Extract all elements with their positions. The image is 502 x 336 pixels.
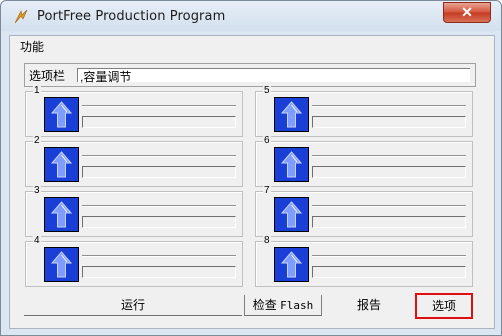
port-status-line [82, 255, 236, 257]
close-button[interactable]: ✕ [443, 2, 491, 23]
window-title: PortFree Production Program [37, 9, 226, 24]
port-panel: 8 [255, 236, 473, 287]
check-flash-label-prefix: 检查 [252, 298, 277, 312]
port-progress-bar [312, 266, 466, 278]
port-status-line [82, 155, 236, 157]
port-status-line [82, 105, 236, 107]
action-bar: 运行 检查 Flash 报告 选项 [10, 293, 494, 319]
usb-upload-arrow-icon [274, 197, 309, 232]
port-panel: 6 [255, 136, 473, 187]
port-progress-bar [82, 216, 236, 228]
client-area: 功能 选项栏 ,容量调节 1 2 3 4 5 6 7 8 运行 检查 Flash 报告 选项 [9, 35, 495, 329]
app-window: PortFree Production Program ✕ 功能 选项栏 ,容量… [0, 0, 502, 336]
port-number: 3 [33, 185, 41, 196]
usb-upload-arrow-icon [44, 197, 79, 232]
report-button[interactable]: 报告 [322, 295, 417, 315]
port-panel: 1 [25, 86, 243, 137]
port-panel: 4 [25, 236, 243, 287]
port-progress-bar [312, 216, 466, 228]
options-button[interactable]: 选项 [415, 293, 473, 319]
port-status-line [82, 205, 236, 207]
port-progress-bar [82, 116, 236, 128]
usb-upload-arrow-icon [274, 147, 309, 182]
app-icon [13, 9, 29, 25]
port-status-line [312, 205, 466, 207]
port-number: 2 [33, 135, 41, 146]
port-status-line [312, 255, 466, 257]
usb-upload-arrow-icon [274, 247, 309, 282]
options-value-field: ,容量调节 [77, 68, 470, 84]
port-progress-bar [312, 166, 466, 178]
title-bar[interactable]: PortFree Production Program ✕ [1, 1, 501, 31]
menu-item-function[interactable]: 功能 [20, 38, 44, 55]
options-value-text: ,容量调节 [80, 70, 132, 84]
port-progress-bar [312, 116, 466, 128]
port-number: 5 [263, 85, 271, 96]
close-icon: ✕ [461, 4, 473, 20]
port-number: 1 [33, 85, 41, 96]
port-status-line [312, 155, 466, 157]
options-label: 选项栏 [29, 69, 66, 83]
check-flash-button[interactable]: 检查 Flash [244, 295, 322, 316]
port-number: 4 [33, 235, 41, 246]
port-progress-bar [82, 266, 236, 278]
port-panel: 7 [255, 186, 473, 237]
options-bar: 选项栏 ,容量调节 [24, 63, 476, 87]
port-number: 8 [263, 235, 271, 246]
port-number: 7 [263, 185, 271, 196]
port-number: 6 [263, 135, 271, 146]
usb-upload-arrow-icon [44, 247, 79, 282]
run-button[interactable]: 运行 [24, 295, 242, 316]
usb-upload-arrow-icon [44, 147, 79, 182]
port-status-line [312, 105, 466, 107]
port-panel: 5 [255, 86, 473, 137]
menu-bar: 功能 [10, 36, 494, 54]
port-panel: 3 [25, 186, 243, 237]
usb-upload-arrow-icon [274, 97, 309, 132]
port-panel: 2 [25, 136, 243, 187]
usb-upload-arrow-icon [44, 97, 79, 132]
check-flash-label-suffix: Flash [280, 299, 314, 312]
port-progress-bar [82, 166, 236, 178]
